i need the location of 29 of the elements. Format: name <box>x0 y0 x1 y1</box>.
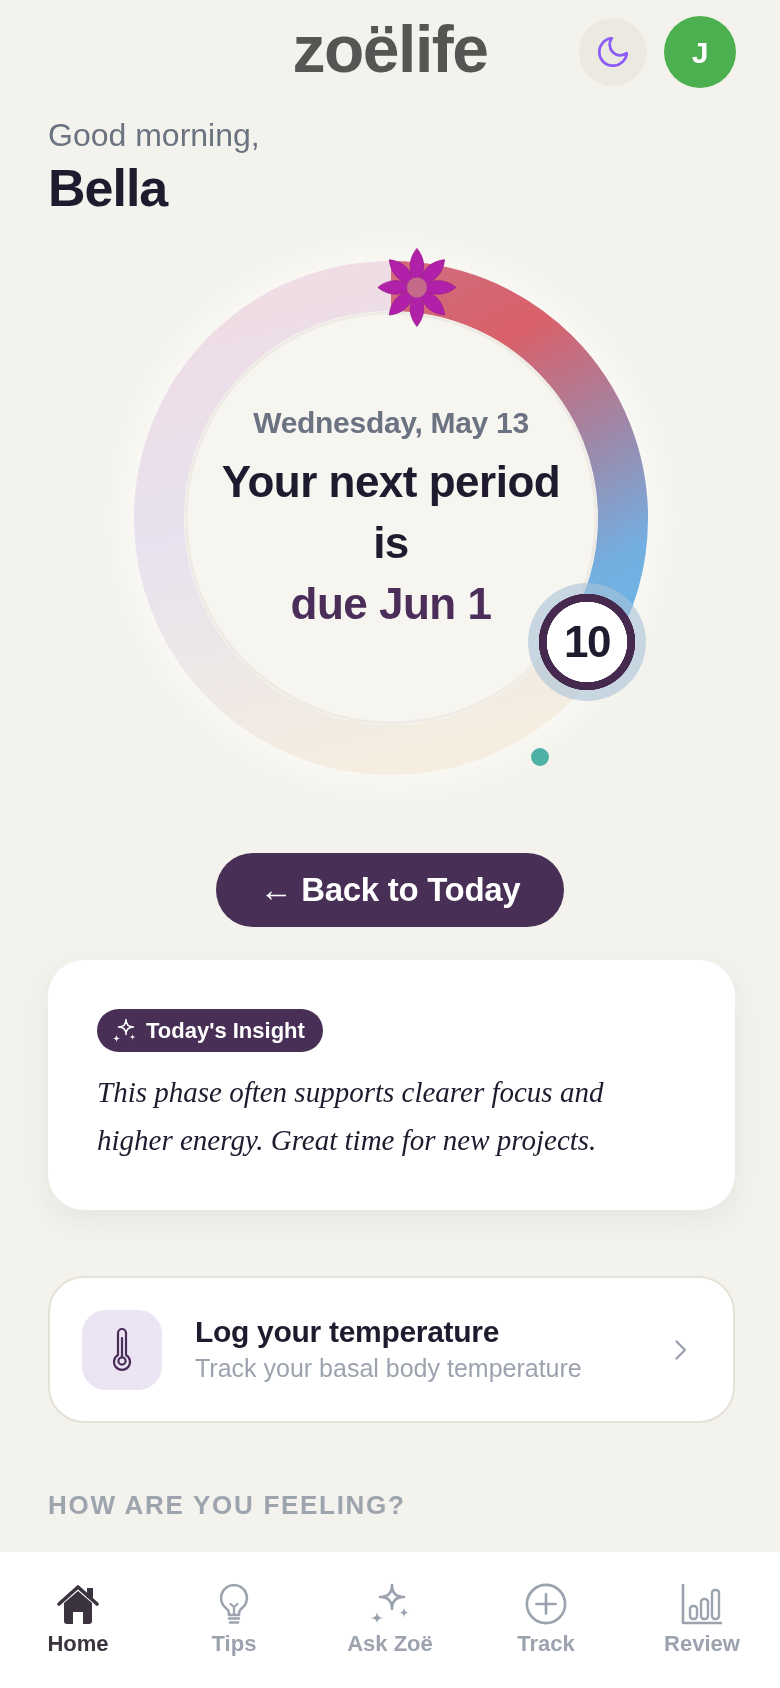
action-subtitle: Track your basal body temperature <box>195 1352 583 1384</box>
insight-text: This phase often supports clearer focus and higher energy. Great time for new projects. <box>97 1075 605 1158</box>
moon-icon <box>598 37 628 67</box>
nav-tab[interactable]: Review <box>664 1583 740 1657</box>
back-to-today-button[interactable]: ← Back to Today <box>215 853 565 927</box>
dot-icon <box>531 748 549 766</box>
nav-tab[interactable]: Track <box>517 1583 575 1657</box>
log-temperature-card[interactable]: Log your temperature Track your basal body temperature <box>48 1276 735 1423</box>
greeting-text: Good morning, <box>48 116 261 154</box>
lightbulb-icon <box>218 1583 250 1625</box>
period-headline: Your next period is <box>220 455 562 569</box>
thermometer-icon <box>82 1309 162 1390</box>
insight-title: Today's Insight <box>146 1017 305 1045</box>
section-heading: HOW ARE YOU FEELING? <box>48 1489 407 1521</box>
sparkle-icon <box>112 1018 136 1043</box>
flower-icon <box>377 248 457 327</box>
nav-tab[interactable]: Home <box>47 1583 109 1657</box>
logo: zoëlife <box>292 16 488 88</box>
chevron-right-icon <box>674 1338 688 1361</box>
bar-chart-icon <box>680 1583 724 1625</box>
user-name: Bella <box>48 158 170 218</box>
period-due-date: due Jun 1 <box>290 577 492 630</box>
plus-circle-icon <box>525 1583 567 1625</box>
action-title: Log your temperature <box>195 1313 501 1350</box>
nav-tab[interactable]: Ask Zoë <box>347 1583 433 1657</box>
profile-avatar[interactable]: J <box>664 16 736 88</box>
cycle-date: Wednesday, May 13 <box>253 404 529 441</box>
nav-tab[interactable]: Tips <box>211 1583 257 1657</box>
home-icon <box>56 1583 100 1625</box>
